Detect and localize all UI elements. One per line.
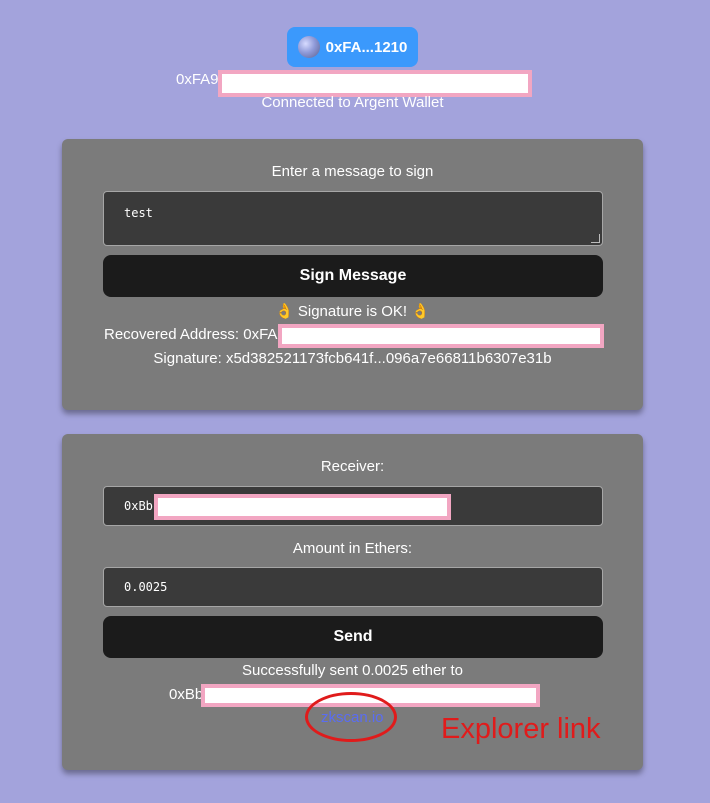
send-button[interactable]: Send bbox=[103, 616, 603, 658]
annotation-circle bbox=[305, 692, 397, 742]
redacted-receiver-address bbox=[154, 494, 451, 520]
receiver-input-value: 0xBb bbox=[124, 499, 153, 513]
sign-message-card: Enter a message to sign test Sign Messag… bbox=[62, 139, 643, 410]
signature-status-text: 👌 Signature is OK! 👌 bbox=[275, 303, 430, 320]
send-success-text: Successfully sent 0.0025 ether to bbox=[242, 662, 463, 679]
message-textarea-value: test bbox=[124, 206, 153, 220]
resize-handle-icon[interactable] bbox=[591, 234, 600, 243]
wallet-avatar-icon bbox=[297, 36, 320, 58]
wallet-account-button[interactable]: 0xFA...1210 bbox=[287, 27, 418, 67]
page: 0xFA...1210 0xFA9 Connected to Argent Wa… bbox=[0, 0, 710, 803]
annotation-label: Explorer link bbox=[441, 713, 601, 745]
redacted-recovered-address bbox=[278, 324, 604, 348]
amount-input-value: 0.0025 bbox=[124, 580, 168, 594]
wallet-button-label: 0xFA...1210 bbox=[325, 38, 408, 56]
amount-input[interactable]: 0.0025 bbox=[103, 567, 603, 607]
amount-label: Amount in Ethers: bbox=[292, 540, 413, 557]
message-textarea[interactable]: test bbox=[103, 191, 603, 246]
connected-address-prefix: 0xFA9 bbox=[176, 71, 219, 88]
sign-message-button[interactable]: Sign Message bbox=[103, 255, 603, 297]
message-prompt-label: Enter a message to sign bbox=[271, 163, 434, 180]
redacted-address bbox=[218, 70, 532, 97]
receiver-label: Receiver: bbox=[320, 458, 385, 475]
signature-text: Signature: x5d382521173fcb641f...096a7e6… bbox=[153, 350, 552, 367]
connection-status: Connected to Argent Wallet bbox=[261, 94, 444, 111]
recipient-address-prefix: 0xBb bbox=[169, 686, 204, 703]
recovered-address-label: Recovered Address: 0xFA bbox=[104, 326, 278, 343]
